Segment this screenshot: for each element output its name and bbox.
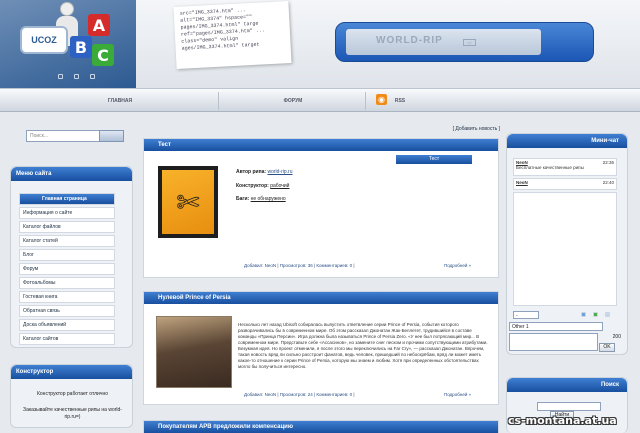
- chat-name-input[interactable]: Other 1: [509, 322, 603, 331]
- menu-item-guestbook[interactable]: Гостевая книга: [19, 291, 115, 303]
- chat-message-input[interactable]: [509, 333, 598, 351]
- nav-divider: [365, 92, 366, 110]
- logo-area: UCOZ A B C: [0, 0, 136, 88]
- mascot-figure: [60, 2, 74, 16]
- menu-item-about[interactable]: Информация о сайте: [19, 207, 115, 219]
- site-menu-panel: Меню сайта Главная страница Информация о…: [10, 166, 133, 348]
- post-image: ✄: [158, 166, 218, 238]
- nav-divider: [218, 92, 219, 110]
- constructor-panel: Конструктор Конструктор работает отлично…: [10, 364, 133, 428]
- cube-a-icon: A: [88, 14, 110, 36]
- chat-char-counter: 200: [612, 334, 621, 340]
- chat-text: Бесплатные качественные рипы: [516, 165, 584, 170]
- constructor-promo: Заказывайте качественные рипы на world-r…: [23, 407, 122, 420]
- cube-b-icon: B: [70, 36, 92, 58]
- news-post: Тест Тест ✄ Автор рипа: world-rip.ru Кон…: [143, 138, 499, 278]
- mini-chat-title: Мини-чат: [507, 134, 627, 148]
- post-tab: Тест: [396, 155, 472, 164]
- user-icon[interactable]: [74, 74, 79, 79]
- chat-user[interactable]: NeoN: [516, 180, 528, 185]
- post-title[interactable]: Нулевой Prince of Persia: [144, 292, 498, 304]
- chat-send-button[interactable]: OK: [599, 343, 615, 352]
- help-icon[interactable]: [605, 312, 610, 317]
- site-menu-title: Меню сайта: [11, 167, 132, 181]
- cube-c-icon: C: [92, 44, 114, 66]
- menu-item-feedback[interactable]: Обратная связь: [19, 305, 115, 317]
- post-bugs: Баги: не обнаружено: [236, 196, 286, 202]
- site-search-button[interactable]: [99, 130, 124, 142]
- post-text: Несколько лет назад Ubisoft собиралась в…: [238, 322, 488, 369]
- post-more-link[interactable]: Подробней »: [444, 263, 471, 268]
- chat-smiley-select[interactable]: -: [513, 311, 539, 319]
- author-label: Автор рипа:: [236, 169, 267, 175]
- menu-item-photos[interactable]: Фотоальбомы: [19, 277, 115, 289]
- banner-tag: v2: [463, 39, 476, 46]
- constructor-title: Конструктор: [11, 365, 132, 379]
- watermark: cs-montana.at.ua: [508, 414, 617, 427]
- constructor-label: Конструктор:: [236, 183, 269, 189]
- nav-rss[interactable]: RSS: [390, 89, 410, 113]
- site-header: UCOZ A B C src="IMG_3374.htm" ... alt="I…: [0, 0, 640, 88]
- post-more-link[interactable]: Подробней »: [444, 392, 471, 397]
- post-author: Автор рипа: world-rip.ru: [236, 169, 293, 175]
- runner-icon: ✄: [162, 170, 214, 234]
- menu-item-home[interactable]: Главная страница: [19, 193, 115, 205]
- nav-home[interactable]: ГЛАВНАЯ: [60, 89, 180, 113]
- post-title[interactable]: Покупателям APB предложили компенсацию: [144, 421, 498, 433]
- add-news-link[interactable]: [ Добавить новость ]: [420, 126, 500, 132]
- refresh-icon[interactable]: [581, 312, 586, 317]
- mail-icon[interactable]: [90, 74, 95, 79]
- chat-scroll-area[interactable]: [513, 192, 617, 306]
- constructor-text: Конструктор работает отлично: [36, 391, 108, 397]
- code-snippet-card: src="IMG_3374.htm" ... alt="IMG_3374" hs…: [173, 1, 292, 69]
- menu-item-articles[interactable]: Каталог статей: [19, 235, 115, 247]
- chat-message: NeoN 22:40: [513, 178, 617, 190]
- menu-item-sites[interactable]: Каталог сайтов: [19, 333, 115, 345]
- post-meta: Добавил: NeoN | Просмотров: 24 | Коммент…: [244, 392, 355, 397]
- bugs-label: Баги:: [236, 196, 250, 202]
- menu-item-blog[interactable]: Блог: [19, 249, 115, 261]
- banner-inner: WORLD-RIP v2: [346, 29, 541, 55]
- menu-item-board[interactable]: Доска объявлений: [19, 319, 115, 331]
- post-image: [156, 316, 232, 388]
- constructor-value: рабочий: [270, 183, 290, 189]
- news-post: Покупателям APB предложили компенсацию: [143, 420, 499, 433]
- mini-chat-panel: Мини-чат NeoN 22:36 Бесплатные качествен…: [506, 133, 628, 355]
- search-input[interactable]: [537, 402, 601, 411]
- smile-icon[interactable]: [593, 312, 598, 317]
- main-navbar: ГЛАВНАЯ ФОРУМ ◉ RSS: [0, 88, 640, 112]
- rss-icon[interactable]: ◉: [376, 94, 387, 105]
- menu-item-files[interactable]: Каталог файлов: [19, 221, 115, 233]
- chat-time: 22:40: [602, 180, 614, 185]
- chat-time: 22:36: [602, 160, 614, 165]
- chat-message: NeoN 22:36 Бесплатные качественные рипы: [513, 158, 617, 176]
- site-banner: WORLD-RIP v2: [335, 22, 594, 62]
- banner-brand: WORLD-RIP: [376, 35, 443, 46]
- author-link[interactable]: world-rip.ru: [267, 169, 292, 175]
- news-post: Нулевой Prince of Persia Несколько лет н…: [143, 291, 499, 405]
- post-meta: Добавил: NeoN | Просмотров: 36 | Коммент…: [244, 263, 355, 268]
- menu-item-forum[interactable]: Форум: [19, 263, 115, 275]
- post-title[interactable]: Тест: [144, 139, 498, 151]
- nav-forum[interactable]: ФОРУМ: [233, 89, 353, 113]
- home-icon[interactable]: [58, 74, 63, 79]
- ucoz-logo[interactable]: UCOZ: [20, 26, 68, 54]
- search-title: Поиск: [507, 378, 627, 392]
- post-constructor: Конструктор: рабочий: [236, 183, 289, 189]
- bugs-value: не обнаружено: [250, 196, 286, 202]
